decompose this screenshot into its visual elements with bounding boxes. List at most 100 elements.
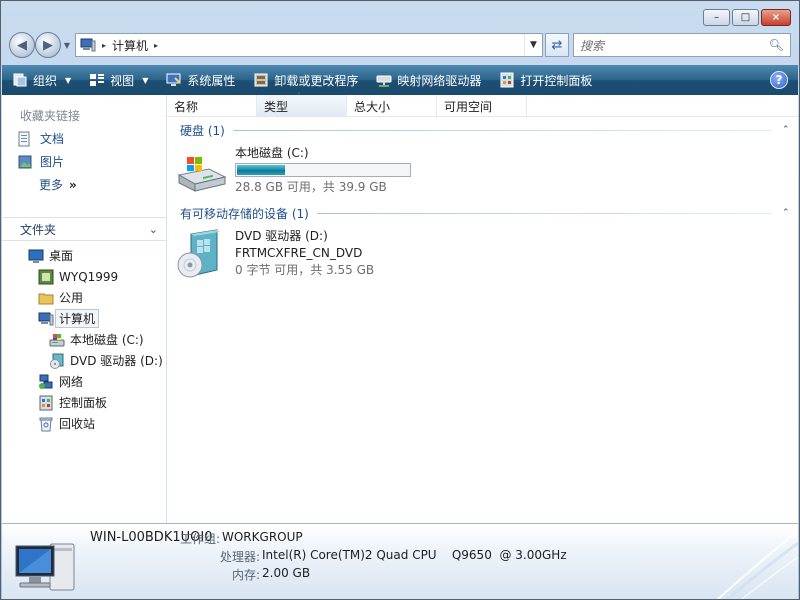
folders-label: 文件夹 [20, 222, 57, 237]
breadcrumb-separator-icon[interactable]: ▸ [102, 41, 106, 50]
system-properties-label: 系统属性 [187, 73, 236, 88]
forward-button[interactable]: ▶ [35, 32, 61, 58]
breadcrumb-computer[interactable]: 计算机 [112, 37, 148, 54]
column-header-type[interactable]: 类型 ˆ [257, 92, 347, 117]
close-button[interactable]: × [761, 9, 791, 26]
uninstall-button[interactable]: 卸载或更改程序 [253, 72, 358, 89]
favorites-header: 收藏夹链接 [20, 109, 81, 123]
back-button[interactable]: ◀ [9, 32, 35, 58]
tree-item-recycle-bin[interactable]: 回收站 [2, 413, 166, 434]
map-drive-icon [376, 75, 392, 87]
map-drive-button[interactable]: 映射网络驱动器 [376, 72, 481, 89]
system-properties-button[interactable]: 系统属性 [166, 72, 235, 89]
group-header-removable[interactable]: 有可移动存储的设备 (1) ⌃ [167, 204, 798, 222]
search-icon[interactable]: 🔍︎ [769, 38, 784, 52]
tree-item-local-disk-c[interactable]: 本地磁盘 (C:) [2, 329, 166, 350]
drive-item-c[interactable]: 本地磁盘 (C:) 28.8 GB 可用，共 39.9 GB [175, 145, 411, 197]
drive-item-d[interactable]: DVD 驱动器 (D:) FRTMCXFRE_CN_DVD 0 字节 可用，共 … [175, 228, 374, 280]
collapse-icon[interactable]: ⌃ [782, 125, 798, 135]
tree-item-label: DVD 驱动器 (D:) [70, 354, 163, 368]
help-icon: ? [775, 73, 783, 87]
tree-item-desktop[interactable]: 桌面 [2, 245, 166, 266]
views-label: 视图 [110, 73, 135, 88]
open-control-panel-label: 打开控制面板 [520, 73, 593, 88]
tree-item-label: 桌面 [49, 249, 74, 263]
open-control-panel-button[interactable]: 打开控制面板 [499, 72, 592, 89]
decorative-swoosh [717, 530, 798, 599]
column-header-free-space[interactable]: 可用空间 [437, 95, 527, 117]
tree-item-label: 本地磁盘 (C:) [70, 333, 144, 347]
dvd-drive-icon [177, 229, 220, 278]
folders-toggle[interactable]: 文件夹 ⌄ [2, 217, 166, 241]
uninstall-label: 卸载或更改程序 [274, 73, 359, 88]
views-icon [90, 74, 105, 86]
breadcrumb-separator-icon[interactable]: ▸ [154, 41, 158, 50]
arrow-right-icon: ▶ [43, 37, 53, 53]
tree-item-wyq1999[interactable]: WYQ1999 [2, 266, 166, 287]
uninstall-icon [254, 73, 268, 87]
search-input[interactable]: 搜索 [580, 37, 769, 54]
minimize-button[interactable]: – [703, 9, 730, 26]
column-header-total-size[interactable]: 总大小 [347, 95, 437, 117]
documents-icon [18, 131, 30, 146]
column-header-name[interactable]: 名称 [167, 95, 257, 117]
tree-item-computer[interactable]: 计算机 [2, 308, 166, 329]
help-button[interactable]: ? [770, 71, 788, 89]
address-dropdown-icon[interactable]: ▼ [524, 34, 542, 56]
tree-item-label: 计算机 [55, 309, 100, 328]
control-panel-icon [500, 72, 514, 88]
user-folder-icon [38, 269, 54, 284]
folder-icon [38, 293, 54, 304]
hard-drive-icon [177, 157, 227, 192]
disk-usage-bar [235, 163, 411, 177]
refresh-icon: ⇄ [551, 37, 563, 53]
favorite-pictures-label: 图片 [40, 155, 65, 169]
tree-item-public[interactable]: 公用 [2, 287, 166, 308]
navigation-pane: 收藏夹链接 文档 图片 更多 » 文件夹 ⌄ 桌面 WYQ1999 公用 计算机… [2, 95, 167, 523]
caption-buttons: – □ × [703, 9, 791, 26]
memory-label: 内存: [231, 568, 260, 582]
chevron-down-icon: ⌄ [148, 222, 158, 236]
tree-item-dvd-drive-d[interactable]: DVD 驱动器 (D:) [2, 350, 166, 371]
processor-row: 处理器: Intel(R) Core(TM)2 Quad CPU Q9650 @… [216, 548, 567, 565]
file-list: 名称 类型 ˆ 总大小 可用空间 硬盘 (1) ⌃ 本地磁盘 (C:) 28.8… [167, 92, 798, 523]
tree-item-control-panel[interactable]: 控制面板 [2, 392, 166, 413]
favorite-more[interactable]: 更多 » [2, 173, 166, 196]
tree-item-label: 公用 [59, 291, 84, 305]
arrow-left-icon: ◀ [17, 37, 27, 53]
organize-button[interactable]: 组织 ▼ [12, 72, 71, 89]
content-area: 收藏夹链接 文档 图片 更多 » 文件夹 ⌄ 桌面 WYQ1999 公用 计算机… [2, 92, 798, 523]
command-bar: 组织 ▼ 视图 ▼ 系统属性 卸载或更改程序 映射网络驱动器 打开控制面板 ? [2, 65, 798, 95]
collapse-icon[interactable]: ⌃ [782, 208, 798, 218]
hard-drive-icon [49, 333, 65, 346]
organize-icon [13, 73, 27, 87]
memory-row: 内存: 2.00 GB [216, 566, 310, 583]
favorite-pictures[interactable]: 图片 [2, 150, 166, 173]
address-bar[interactable]: ▸ 计算机 ▸ ▼ [75, 33, 543, 57]
tree-item-network[interactable]: 网络 [2, 371, 166, 392]
details-pane: WIN-L00BDK1UOI0 工作组: WORKGROUP 处理器: Inte… [2, 523, 798, 599]
computer-icon [38, 312, 54, 325]
search-box[interactable]: 搜索 🔍︎ [573, 33, 791, 57]
processor-value: Intel(R) Core(TM)2 Quad CPU Q9650 @ 3.00… [262, 548, 567, 562]
explorer-window: – □ × ◀ ▶ ▼ ▸ 计算机 ▸ ▼ ⇄ 搜索 🔍︎ 组织 ▼ 视图 ▼ … [0, 0, 800, 600]
tree-item-label: 回收站 [59, 417, 96, 431]
chevron-down-icon: ▼ [65, 75, 72, 85]
computer-icon [15, 543, 75, 591]
favorite-more-label: 更多 [39, 178, 64, 192]
more-chevron-icon: » [69, 177, 77, 192]
disk-usage-fill [237, 165, 286, 175]
workgroup-row: 工作组: WORKGROUP [176, 530, 303, 547]
column-headers: 名称 类型 ˆ 总大小 可用空间 [167, 92, 798, 117]
group-header-hard-disks[interactable]: 硬盘 (1) ⌃ [167, 121, 798, 139]
refresh-button[interactable]: ⇄ [545, 33, 569, 57]
favorite-documents[interactable]: 文档 [2, 127, 166, 150]
column-header-label: 名称 [174, 99, 199, 114]
map-drive-label: 映射网络驱动器 [397, 73, 482, 88]
recent-pages-dropdown[interactable]: ▼ [61, 41, 73, 50]
folder-tree: 桌面 WYQ1999 公用 计算机 本地磁盘 (C:) DVD 驱动器 (D:)… [2, 245, 166, 434]
pictures-icon [18, 155, 32, 168]
views-button[interactable]: 视图 ▼ [89, 72, 148, 89]
maximize-button[interactable]: □ [732, 9, 759, 26]
recycle-bin-icon [39, 417, 53, 431]
